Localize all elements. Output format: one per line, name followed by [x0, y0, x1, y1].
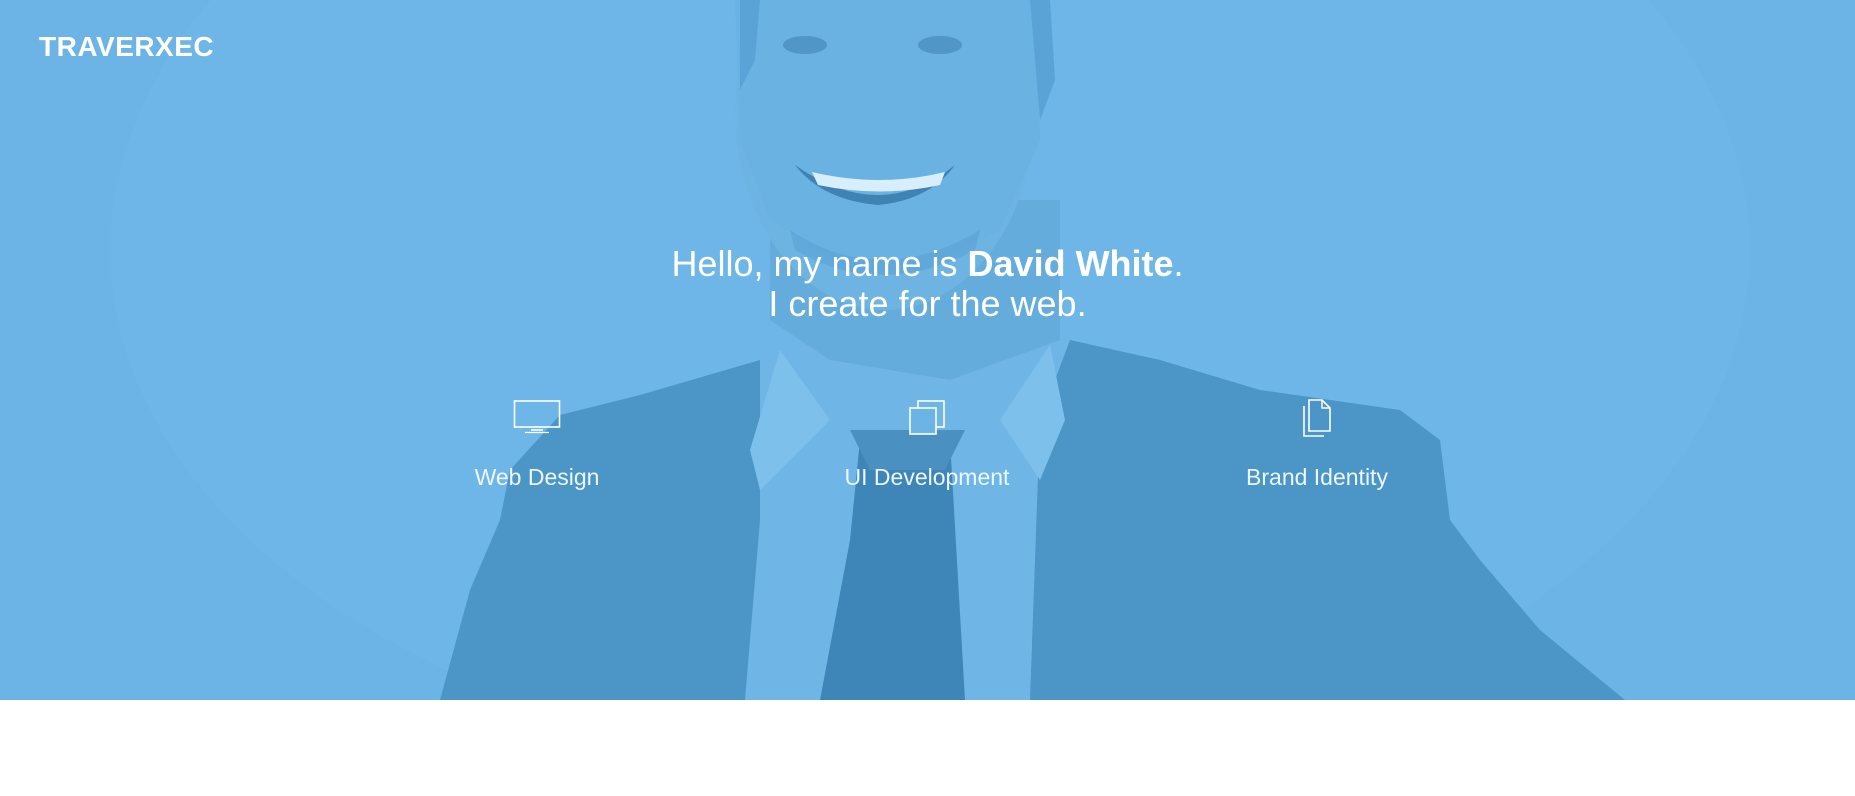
- service-ui-development[interactable]: UI Development: [797, 398, 1057, 491]
- site-logo[interactable]: TRAVERXEC: [39, 31, 214, 63]
- greeting-prefix: Hello, my name is: [671, 243, 968, 284]
- person-name: David White: [967, 243, 1174, 284]
- hero-headline: Hello, my name is David White. I create …: [0, 244, 1855, 324]
- hero-background-photo: [0, 0, 1855, 700]
- greeting-suffix: .: [1173, 243, 1184, 284]
- service-label: Web Design: [474, 464, 600, 490]
- greeting-line: Hello, my name is David White.: [0, 244, 1855, 284]
- service-label: UI Development: [844, 464, 1010, 490]
- documents-icon: [1187, 398, 1447, 440]
- service-label: Brand Identity: [1246, 464, 1388, 490]
- monitor-icon: [407, 398, 667, 440]
- services-row: Web Design UI Development Brand Identity: [0, 398, 1855, 508]
- stacked-windows-icon: [797, 398, 1057, 440]
- service-brand-identity[interactable]: Brand Identity: [1187, 398, 1447, 491]
- tagline: I create for the web.: [768, 283, 1087, 324]
- service-web-design[interactable]: Web Design: [407, 398, 667, 491]
- content-section: [0, 700, 1855, 796]
- hero-section: TRAVERXEC Hello, my name is David White.…: [0, 0, 1855, 700]
